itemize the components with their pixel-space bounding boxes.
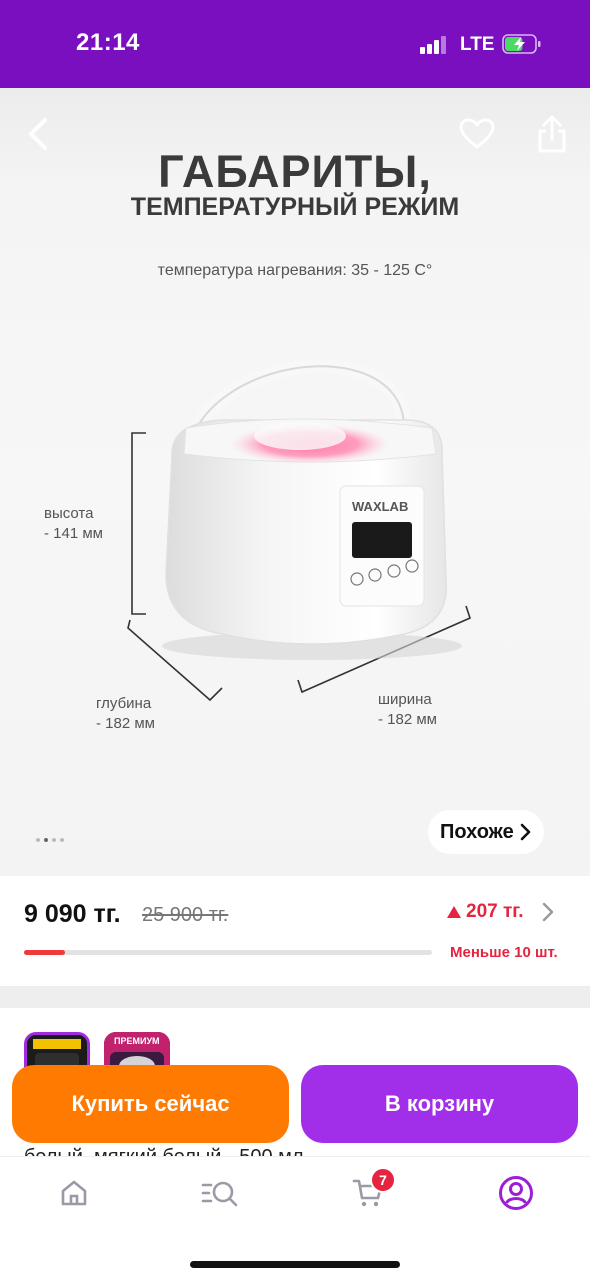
pagination-dot (52, 838, 56, 842)
infographic-title: ГАБАРИТЫ, (158, 146, 432, 197)
pagination-dot (60, 838, 64, 842)
buy-now-button[interactable]: Купить сейчас (12, 1065, 289, 1143)
tab-profile[interactable] (494, 1171, 538, 1215)
old-price: 25 900 тг. (142, 904, 229, 926)
tab-home[interactable] (52, 1171, 96, 1215)
battery-icon (502, 34, 542, 54)
add-to-cart-button[interactable]: В корзину (301, 1065, 578, 1143)
catalog-search-icon (201, 1181, 238, 1207)
height-label: высота - 141 мм (44, 505, 103, 542)
price-change-value: 207 тг. (466, 901, 524, 922)
current-price: 9 090 тг. (24, 900, 121, 928)
stock-progress-bar (24, 950, 432, 955)
gallery-pagination-dots (36, 838, 64, 842)
similar-label: Похоже (440, 820, 514, 843)
similar-button[interactable]: Похоже (428, 810, 544, 854)
stock-status: Меньше 10 шт. (450, 944, 558, 961)
product-gallery[interactable]: ГАБАРИТЫ, ТЕМПЕРАТУРНЫЙ РЕЖИМ температур… (0, 88, 590, 878)
section-divider (0, 986, 590, 1008)
stock-progress-fill (24, 950, 65, 955)
profile-icon (499, 1176, 533, 1210)
width-label: ширина - 182 мм (378, 691, 437, 728)
signal-icon (420, 34, 450, 54)
chevron-right-icon[interactable] (540, 900, 556, 924)
chevron-right-icon (520, 823, 531, 841)
temperature-range: температура нагревания: 35 - 125 С° (157, 262, 433, 279)
infographic-subtitle: ТЕМПЕРАТУРНЫЙ РЕЖИМ (130, 193, 460, 221)
bottom-tab-bar: 7 (0, 1156, 590, 1280)
pagination-dot (36, 838, 40, 842)
tab-catalog[interactable] (198, 1171, 242, 1215)
status-bar: 21:14 LTE (0, 0, 590, 88)
home-icon (61, 1180, 87, 1206)
price-change[interactable]: 207 тг. (446, 901, 524, 923)
home-indicator (190, 1261, 400, 1268)
triangle-up-icon (447, 906, 461, 918)
variant-badge: ПРЕМИУМ (114, 1036, 160, 1046)
brand-logo: WAXLAB (352, 499, 408, 514)
network-type: LTE (460, 34, 495, 55)
price-card: 9 090 тг. 25 900 тг. 207 тг. Меньше 10 ш… (0, 876, 590, 986)
status-time: 21:14 (76, 29, 140, 56)
depth-label: глубина - 182 мм (96, 695, 155, 732)
cart-count-badge: 7 (370, 1167, 396, 1193)
wax-heater-image: WAXLAB (127, 359, 471, 702)
pagination-dot (44, 838, 48, 842)
